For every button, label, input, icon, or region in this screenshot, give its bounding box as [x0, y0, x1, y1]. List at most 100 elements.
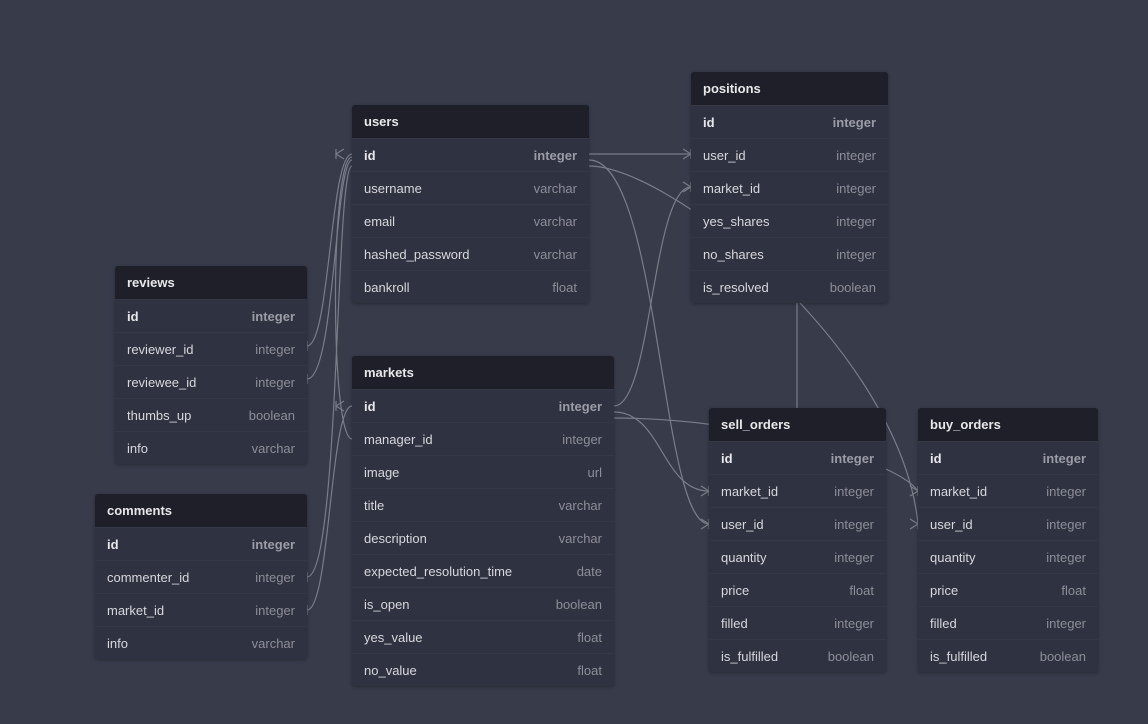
- col-type: integer: [833, 115, 876, 130]
- col-name: thumbs_up: [127, 408, 191, 423]
- col-type: float: [577, 630, 602, 645]
- col-name: username: [364, 181, 422, 196]
- col-name: market_id: [107, 603, 164, 618]
- table-row[interactable]: idinteger: [352, 389, 614, 422]
- col-name: is_open: [364, 597, 410, 612]
- table-row[interactable]: filled integer: [709, 606, 886, 639]
- table-row[interactable]: is_openboolean: [352, 587, 614, 620]
- col-type: varchar: [559, 531, 602, 546]
- table-row[interactable]: idinteger: [352, 138, 589, 171]
- table-header-users[interactable]: users: [352, 105, 589, 138]
- table-row[interactable]: commenter_idinteger: [95, 560, 307, 593]
- table-row[interactable]: yes_value float: [352, 620, 614, 653]
- col-name: hashed_password: [364, 247, 470, 262]
- table-row[interactable]: quantity integer: [918, 540, 1098, 573]
- col-name: filled: [930, 616, 957, 631]
- col-name: no_value: [364, 663, 417, 678]
- table-row[interactable]: no_shares integer: [691, 237, 888, 270]
- col-type: integer: [834, 616, 874, 631]
- table-row[interactable]: username varchar: [352, 171, 589, 204]
- col-type: integer: [831, 451, 874, 466]
- table-row[interactable]: market_idinteger: [709, 474, 886, 507]
- table-row[interactable]: emailvarchar: [352, 204, 589, 237]
- col-type: boolean: [830, 280, 876, 295]
- table-row[interactable]: infovarchar: [95, 626, 307, 659]
- col-name: id: [127, 309, 139, 324]
- col-name: user_id: [721, 517, 764, 532]
- table-header-sell-orders[interactable]: sell_orders: [709, 408, 886, 441]
- table-row[interactable]: quantityinteger: [709, 540, 886, 573]
- table-row[interactable]: pricefloat: [918, 573, 1098, 606]
- table-row[interactable]: id integer: [709, 441, 886, 474]
- table-row[interactable]: user_idinteger: [918, 507, 1098, 540]
- table-row[interactable]: hashed_passwordvarchar: [352, 237, 589, 270]
- col-type: integer: [836, 181, 876, 196]
- table-row[interactable]: user_idinteger: [709, 507, 886, 540]
- table-row[interactable]: is_fulfilledboolean: [709, 639, 886, 672]
- table-row[interactable]: idinteger: [95, 527, 307, 560]
- col-type: integer: [562, 432, 602, 447]
- table-row[interactable]: yes_sharesinteger: [691, 204, 888, 237]
- col-type: varchar: [559, 498, 602, 513]
- col-type: integer: [1043, 451, 1086, 466]
- table-row[interactable]: idinteger: [691, 105, 888, 138]
- col-type: integer: [255, 603, 295, 618]
- table-row[interactable]: no_value float: [352, 653, 614, 686]
- table-row[interactable]: idinteger: [115, 299, 307, 332]
- col-type: integer: [836, 148, 876, 163]
- col-name: price: [721, 583, 749, 598]
- table-header-markets[interactable]: markets: [352, 356, 614, 389]
- col-type: integer: [252, 537, 295, 552]
- col-name: email: [364, 214, 395, 229]
- table-header-comments[interactable]: comments: [95, 494, 307, 527]
- table-row[interactable]: market_idinteger: [918, 474, 1098, 507]
- col-type: integer: [1046, 550, 1086, 565]
- col-type: integer: [559, 399, 602, 414]
- table-row[interactable]: is_fulfilledboolean: [918, 639, 1098, 672]
- col-name: id: [721, 451, 733, 466]
- table-row[interactable]: reviewee_idinteger: [115, 365, 307, 398]
- col-type: integer: [255, 570, 295, 585]
- table-row[interactable]: user_idinteger: [691, 138, 888, 171]
- table-row[interactable]: expected_resolution_timedate: [352, 554, 614, 587]
- table-row[interactable]: market_id integer: [95, 593, 307, 626]
- col-type: integer: [1046, 517, 1086, 532]
- table-row[interactable]: title varchar: [352, 488, 614, 521]
- col-type: varchar: [534, 181, 577, 196]
- table-row[interactable]: manager_idinteger: [352, 422, 614, 455]
- table-row[interactable]: infovarchar: [115, 431, 307, 464]
- table-row[interactable]: idinteger: [918, 441, 1098, 474]
- table-positions[interactable]: positions idinteger user_idinteger marke…: [691, 72, 888, 303]
- table-row[interactable]: bankrollfloat: [352, 270, 589, 303]
- table-sell-orders[interactable]: sell_orders id integer market_idinteger u…: [709, 408, 886, 672]
- col-name: no_shares: [703, 247, 764, 262]
- table-row[interactable]: is_resolvedboolean: [691, 270, 888, 303]
- table-row[interactable]: descriptionvarchar: [352, 521, 614, 554]
- table-row[interactable]: reviewer_idinteger: [115, 332, 307, 365]
- col-type: url: [588, 465, 602, 480]
- table-comments[interactable]: comments idinteger commenter_idinteger m…: [95, 494, 307, 659]
- col-type: integer: [836, 247, 876, 262]
- col-type: float: [577, 663, 602, 678]
- col-name: quantity: [930, 550, 976, 565]
- table-reviews[interactable]: reviews idinteger reviewer_idinteger rev…: [115, 266, 307, 464]
- col-type: integer: [255, 375, 295, 390]
- table-header-positions[interactable]: positions: [691, 72, 888, 105]
- col-name: yes_value: [364, 630, 423, 645]
- table-row[interactable]: pricefloat: [709, 573, 886, 606]
- col-name: filled: [721, 616, 748, 631]
- table-row[interactable]: thumbs_upboolean: [115, 398, 307, 431]
- col-name: expected_resolution_time: [364, 564, 512, 579]
- col-name: title: [364, 498, 384, 513]
- table-users[interactable]: users idinteger username varchar emailvar…: [352, 105, 589, 303]
- table-row[interactable]: market_idinteger: [691, 171, 888, 204]
- col-type: varchar: [252, 636, 295, 651]
- table-markets[interactable]: markets idinteger manager_idinteger imag…: [352, 356, 614, 686]
- col-name: image: [364, 465, 399, 480]
- table-row[interactable]: filledinteger: [918, 606, 1098, 639]
- col-name: price: [930, 583, 958, 598]
- table-header-reviews[interactable]: reviews: [115, 266, 307, 299]
- table-buy-orders[interactable]: buy_orders idinteger market_idinteger us…: [918, 408, 1098, 672]
- table-header-buy-orders[interactable]: buy_orders: [918, 408, 1098, 441]
- table-row[interactable]: image url: [352, 455, 614, 488]
